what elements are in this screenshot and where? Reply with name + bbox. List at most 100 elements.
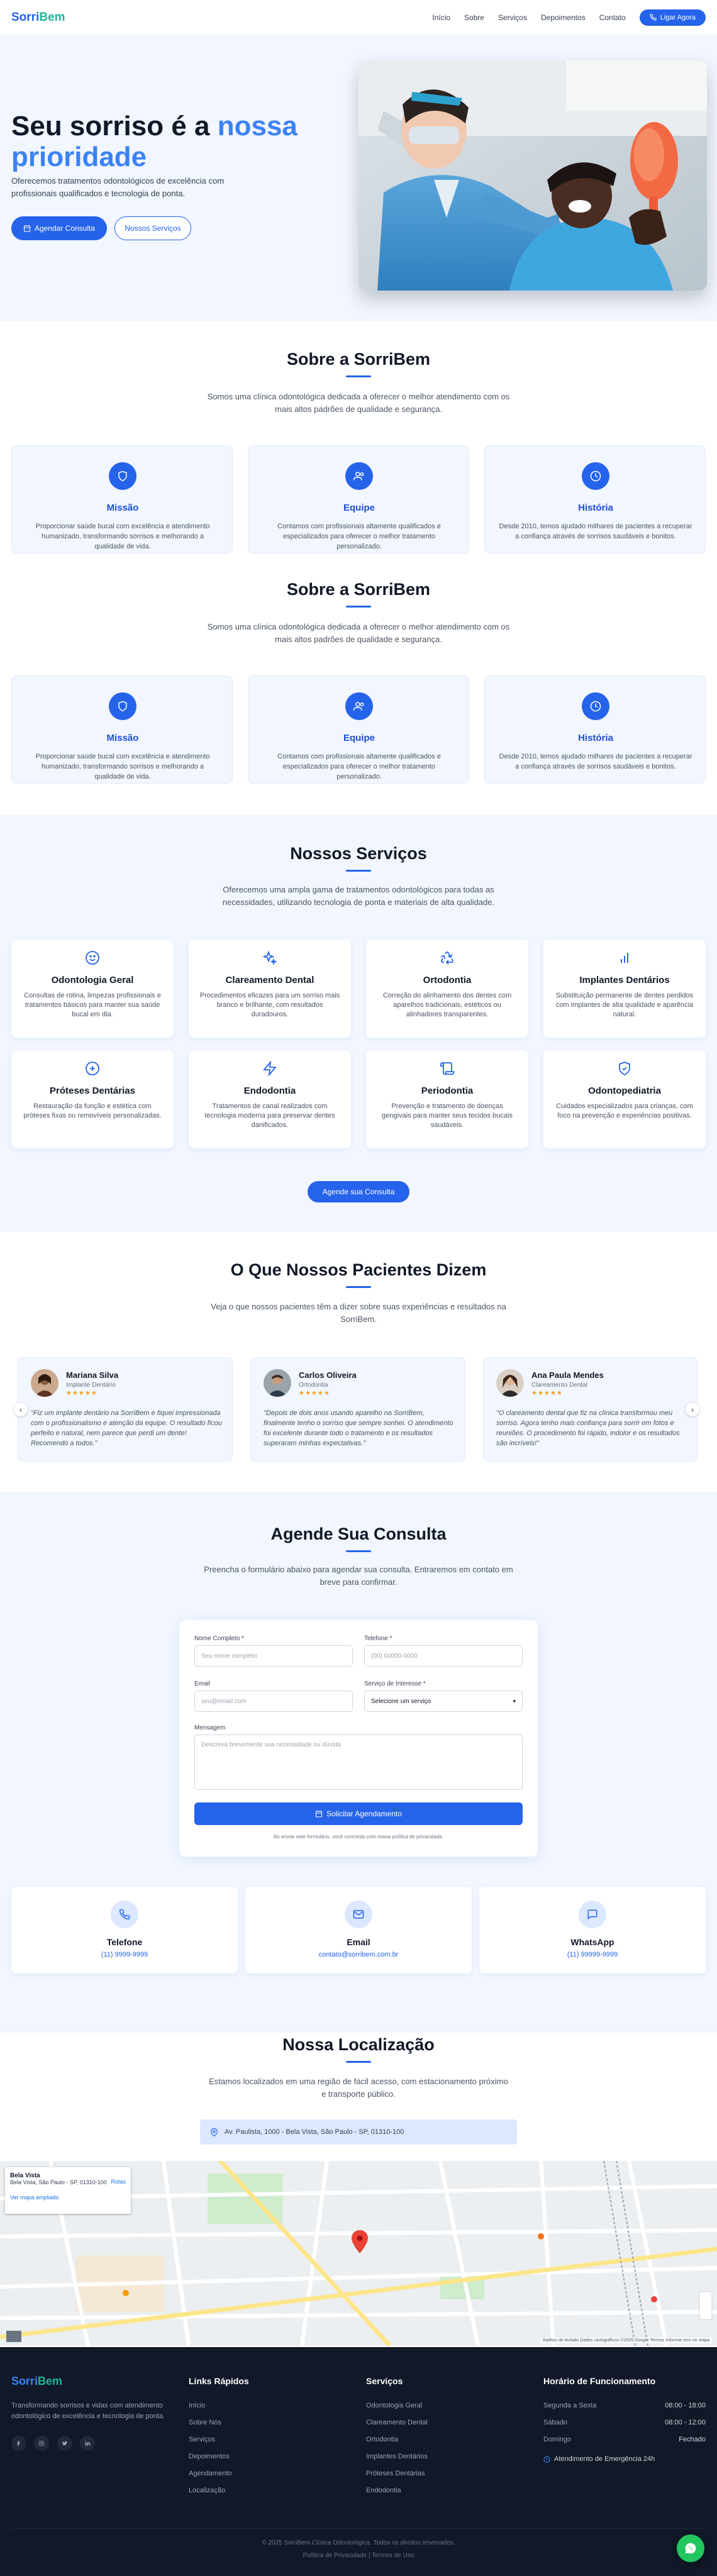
service-card-implantes[interactable]: Implantes Dentários Substituição permane… (543, 940, 706, 1038)
footer-link-servicos[interactable]: Serviços (189, 2431, 327, 2448)
appointment-title-underline (346, 1550, 371, 1552)
contact-card-phone[interactable]: Telefone (11) 9999-9999 (11, 1887, 238, 1974)
schedule-button[interactable]: Agendar Consulta (11, 216, 107, 240)
users-icon (345, 462, 373, 490)
shield-check-icon (614, 1058, 635, 1079)
footer-service-link[interactable]: Odontologia Geral (366, 2397, 504, 2414)
about-subtitle: Somos uma clínica odontológica dedicada … (207, 622, 510, 644)
about-card-equipe: Equipe Contamos com profissionais altame… (248, 675, 469, 784)
service-select[interactable]: Selecione um serviço ▾ (364, 1690, 523, 1712)
twitter-icon[interactable] (57, 2436, 72, 2451)
footer-link-inicio[interactable]: Início (189, 2397, 327, 2414)
policy-links[interactable]: Política de Privacidade | Termos de Uso (0, 2552, 717, 2559)
hero-title: Seu sorriso é a nossa prioridade (11, 111, 297, 172)
contact-card-whatsapp[interactable]: WhatsApp (11) 99999-9999 (479, 1887, 706, 1974)
services-subtitle: Oferecemos uma ampla gama de tratamentos… (222, 885, 495, 907)
service-card-odontopediatria[interactable]: Odontopediatria Cuidados especializados … (543, 1050, 706, 1148)
clock-icon (582, 462, 609, 490)
nav-link-contato[interactable]: Contato (599, 13, 626, 22)
whatsapp-icon (685, 2543, 696, 2554)
testimonials-title-underline (346, 1286, 371, 1288)
service-card-ortodontia[interactable]: Ortodontia Correção do alinhamento dos d… (366, 940, 528, 1038)
shield-icon (109, 462, 136, 490)
footer-service-link[interactable]: Clareamento Dental (366, 2414, 504, 2431)
nav-link-sobre[interactable]: Sobre (464, 13, 484, 22)
about-card-missao: Missão Proporcionar saúde bucal com exce… (11, 445, 233, 553)
bar-chart-icon (614, 947, 635, 969)
service-card-proteses[interactable]: Próteses Dentárias Restauração da função… (11, 1050, 174, 1148)
plus-circle-icon (82, 1058, 103, 1079)
calendar-icon (23, 225, 31, 232)
appointment-title: Agende Sua Consulta (270, 1524, 447, 1543)
instagram-icon[interactable] (34, 2436, 50, 2451)
whatsapp-floating-button[interactable] (677, 2534, 704, 2562)
about-subtitle: Somos uma clínica odontológica dedicada … (207, 392, 510, 414)
footer-link-agendamento[interactable]: Agendamento (189, 2465, 327, 2482)
footer-service-link[interactable]: Endodontia (366, 2482, 504, 2499)
hero-subtitle: Oferecemos tratamentos odontológicos de … (11, 176, 225, 198)
contact-card-email[interactable]: Email contato@sorribem.com.br (245, 1887, 472, 1974)
map-pin-icon (211, 2128, 218, 2136)
directions-link[interactable]: Rotas (111, 2179, 126, 2185)
services-button[interactable]: Nossos Serviços (114, 216, 191, 240)
footer-hours: Horário de Funcionamento Segunda a Sexta… (543, 2376, 706, 2468)
location-subtitle: Estamos localizados em uma região de fác… (209, 2077, 508, 2099)
about-card-equipe: Equipe Contamos com profissionais altame… (248, 445, 469, 553)
map-info-card: Bela Vista Bela Vista, São Paulo - SP, 0… (5, 2167, 131, 2214)
carousel-next-button[interactable]: › (686, 1402, 699, 1416)
testimonials-subtitle: Veja o que nossos pacientes têm a dizer … (211, 1302, 506, 1324)
submit-appointment-button[interactable]: Solicitar Agendamento (194, 1802, 523, 1825)
embedded-map[interactable]: Bela Vista Bela Vista, São Paulo - SP, 0… (0, 2161, 717, 2346)
message-textarea[interactable]: Descreva brevemente sua necessidade ou d… (194, 1735, 523, 1790)
footer-link-depoimentos[interactable]: Depoimentos (189, 2448, 327, 2465)
location-title: Nossa Localização (282, 2035, 435, 2054)
site-header: SorriBem Início Sobre Serviços Depoiment… (0, 0, 717, 35)
nav-link-servicos[interactable]: Serviços (498, 13, 527, 22)
service-card-endodontia[interactable]: Endodontia Tratamentos de canal realizad… (189, 1050, 351, 1148)
clock-icon (543, 2456, 550, 2463)
rating-stars: ★★★★★ (531, 1390, 563, 1397)
avatar (31, 1369, 58, 1397)
facebook-icon[interactable] (11, 2436, 26, 2451)
logo[interactable]: SorriBem (11, 11, 65, 25)
phone-icon (650, 14, 657, 21)
nav-link-depoimentos[interactable]: Depoimentos (541, 13, 586, 22)
nav-link-inicio[interactable]: Início (432, 13, 450, 22)
footer-service-link[interactable]: Implantes Dentários (366, 2448, 504, 2465)
clock-icon (582, 692, 609, 720)
call-now-button[interactable]: Ligar Agora (639, 9, 706, 26)
footer-service-link[interactable]: Ortodontia (366, 2431, 504, 2448)
phone-input[interactable]: (00) 00000-0000 (364, 1645, 523, 1667)
hero-section: Seu sorriso é a nossa prioridade Oferecem… (0, 35, 717, 321)
chevron-right-icon: › (691, 1404, 694, 1414)
hero-image-dentist (358, 60, 707, 291)
footer-link-localizacao[interactable]: Localização (189, 2482, 327, 2499)
testimonial-card: Mariana Silva Implante Dentário ★★★★★ "F… (18, 1357, 233, 1462)
view-larger-map-link[interactable]: Ver mapa ampliado (10, 2194, 126, 2201)
schedule-consultation-button[interactable]: Agende sua Consulta (308, 1181, 409, 1202)
site-footer: SorriBem Transformando sorrisos e vidas … (0, 2347, 717, 2576)
name-input[interactable]: Seu nome completo (194, 1645, 353, 1667)
service-card-clareamento[interactable]: Clareamento Dental Procedimentos eficaze… (189, 940, 351, 1038)
mail-icon (345, 1901, 372, 1928)
service-card-odontologia-geral[interactable]: Odontologia Geral Consultas de rotina, l… (11, 940, 174, 1038)
footer-service-link[interactable]: Próteses Dentárias (366, 2465, 504, 2482)
shield-icon (109, 692, 136, 720)
chat-icon (579, 1901, 606, 1928)
hours-row: Domingo Fechado (543, 2436, 706, 2443)
linkedin-icon[interactable] (80, 2436, 96, 2451)
hours-row: Sábado 08:00 - 12:00 (543, 2419, 706, 2426)
address-bar: Av. Paulista, 1000 - Bela Vista, São Pau… (200, 2119, 517, 2145)
about-card-missao: Missão Proporcionar saúde bucal com exce… (11, 675, 233, 784)
chevron-left-icon: ‹ (19, 1404, 23, 1414)
avatar (496, 1369, 524, 1397)
footer-link-sobre[interactable]: Sobre Nós (189, 2414, 327, 2431)
main-nav: Início Sobre Serviços Depoimentos Contat… (432, 9, 706, 26)
rating-stars: ★★★★★ (66, 1390, 97, 1397)
service-card-periodontia[interactable]: Periodontia Prevenção e tratamento de do… (366, 1050, 528, 1148)
calendar-icon (315, 1811, 323, 1818)
about-title-underline (346, 375, 371, 377)
email-input[interactable]: seu@email.com (194, 1690, 353, 1712)
about-title-duplicate: Sobre a SorriBem (286, 580, 431, 599)
carousel-prev-button[interactable]: ‹ (14, 1402, 28, 1416)
